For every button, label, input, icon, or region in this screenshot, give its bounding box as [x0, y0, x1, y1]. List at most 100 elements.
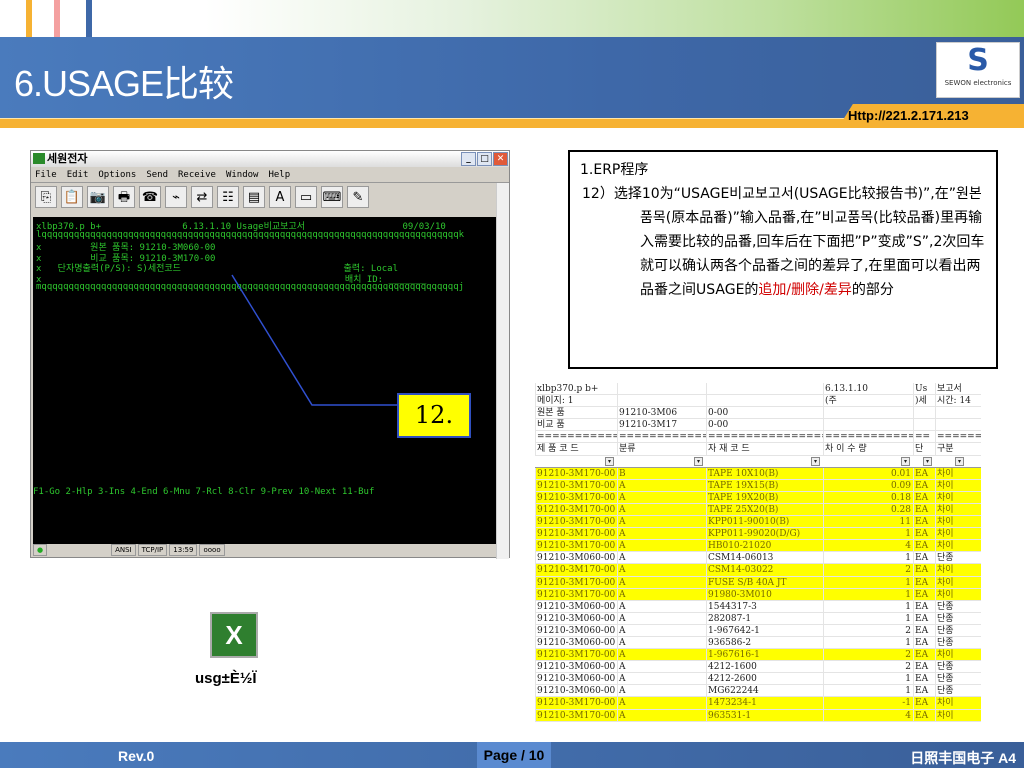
cell: 91210-3M170-00 — [535, 479, 616, 492]
cell: EA — [913, 673, 935, 686]
cell: 자 재 코 드 — [706, 443, 823, 456]
cell: EA — [913, 516, 935, 529]
cell: EA — [913, 479, 935, 492]
cell: EA — [913, 491, 935, 504]
cell: ======== — [935, 431, 981, 444]
cell: 단종 — [935, 673, 981, 686]
cell: A — [617, 576, 706, 589]
cell: 91210-3M170-00 — [535, 540, 616, 553]
cell: EA — [913, 576, 935, 589]
cell — [706, 383, 823, 395]
cell: 91210-3M060-00 — [535, 612, 616, 625]
cell: CSM14-03022 — [706, 564, 823, 577]
cell: 91210-3M170-00 — [535, 516, 616, 529]
instruction-box: 1.ERP程序 12）选择10为“USAGE비교보고서(USAGE比较报告书)”… — [568, 150, 998, 369]
company-name: 日照丰国电子 A4 — [910, 750, 1016, 766]
cell: A — [617, 516, 706, 529]
table-row: 91210-3M170-00 A 1-967616-1 2 EA 차이 — [535, 649, 981, 662]
cell: A — [617, 624, 706, 637]
cell — [823, 407, 913, 420]
cell: EA — [913, 528, 935, 541]
note-body: 12）选择10为“USAGE비교보고서(USAGE比较报告书)”,在”원본품목(… — [580, 182, 986, 302]
table-row: 91210-3M170-00 A TAPE 19X20(B) 0.18 EA 차이 — [535, 491, 981, 504]
cell: 비교 품 — [535, 419, 617, 432]
cell: 91210-3M170-00 — [535, 467, 616, 480]
cell: 0-00 — [706, 419, 823, 432]
cell: 1 — [823, 576, 913, 589]
cell: 차이 — [935, 649, 981, 662]
cell: 보고서 — [935, 383, 981, 395]
cell: A — [617, 503, 706, 516]
cell: 6.13.1.10 — [823, 383, 913, 395]
cell: 11 — [823, 516, 913, 529]
cell: -1 — [823, 697, 913, 710]
cell: A — [617, 600, 706, 613]
cell: 1 — [823, 636, 913, 649]
table-row: 91210-3M170-00 A TAPE 25X20(B) 0.28 EA 차이 — [535, 503, 981, 517]
cell: 2 — [823, 649, 913, 662]
cell — [935, 407, 981, 420]
cell: EA — [913, 636, 935, 649]
cell: 분류 — [617, 443, 706, 456]
cell: 차이 — [935, 528, 981, 541]
cell: 차이 — [935, 491, 981, 504]
cell: 2 — [823, 624, 913, 637]
excel-file-icon[interactable]: X — [210, 612, 258, 658]
cell: 차이 — [935, 516, 981, 529]
cell: A — [617, 588, 706, 601]
cell: 91210-3M170-00 — [535, 697, 616, 710]
cell: CSM14-06013 — [706, 552, 823, 565]
cell: 91210-3M060-00 — [535, 685, 616, 698]
cell: B — [617, 467, 706, 480]
cell: KPP011-90010(B) — [706, 516, 823, 529]
table-row: 91210-3M060-00 A MG622244 1 EA 단종 — [535, 685, 981, 698]
filter-dropdown-icon[interactable]: ▾ — [811, 456, 820, 466]
cell: 2 — [823, 564, 913, 577]
table-row: 91210-3M060-00 A 1-967642-1 2 EA 단종 — [535, 624, 981, 637]
cell: A — [617, 709, 706, 722]
table-row: 원본 품 91210-3M06 0-00 — [535, 407, 981, 420]
cell: 91210-3M06 — [617, 407, 706, 420]
cell: 1 — [823, 600, 913, 613]
cell: 차이 — [935, 479, 981, 492]
cell: 1 — [823, 528, 913, 541]
cell: 1473234-1 — [706, 697, 823, 710]
cell: A — [617, 552, 706, 565]
cell: 4212-2600 — [706, 673, 823, 686]
table-row: 91210-3M170-00 A KPP011-90010(B) 11 EA 차이 — [535, 516, 981, 529]
filter-dropdown-icon[interactable]: ▾ — [955, 456, 964, 466]
cell: 936586-2 — [706, 636, 823, 649]
table-row: 91210-3M170-00 A HB010-21020 4 EA 차이 — [535, 540, 981, 553]
filter-dropdown-icon[interactable]: ▾ — [694, 456, 703, 466]
cell: 282087-1 — [706, 612, 823, 625]
cell: EA — [913, 540, 935, 553]
cell: EA — [913, 564, 935, 577]
step-callout: 12. — [397, 393, 471, 438]
cell: 차 이 수 량 — [823, 443, 913, 456]
cell: 91210-3M170-00 — [535, 576, 616, 589]
footer: Rev.0 Page / 10 日照丰国电子 A4 — [0, 742, 1024, 768]
cell: 91210-3M170-00 — [535, 503, 616, 516]
table-row: 91210-3M060-00 A CSM14-06013 1 EA 단종 — [535, 552, 981, 565]
filter-dropdown-icon[interactable]: ▾ — [605, 456, 614, 466]
filter-dropdown-icon[interactable]: ▾ — [923, 456, 932, 466]
filter-dropdown-icon[interactable]: ▾ — [901, 456, 910, 466]
cell: 차이 — [935, 588, 981, 601]
cell — [617, 383, 706, 395]
cell: 91980-3M010 — [706, 588, 823, 601]
cell: xlbp370.p b+ — [535, 383, 617, 395]
cell: 1544317-3 — [706, 600, 823, 613]
cell: 1-967642-1 — [706, 624, 823, 637]
cell: 단종 — [935, 636, 981, 649]
cell: A — [617, 661, 706, 674]
cell: 4 — [823, 709, 913, 722]
cell: (주 — [823, 395, 913, 408]
table-row: 91210-3M170-00 A 91980-3M010 1 EA 차이 — [535, 588, 981, 601]
cell — [617, 395, 706, 408]
cell: 차이 — [935, 697, 981, 710]
cell: 1 — [823, 588, 913, 601]
cell: 2 — [823, 661, 913, 674]
revision: Rev.0 — [118, 748, 155, 764]
cell: A — [617, 649, 706, 662]
cell: 메이지: 1 — [535, 395, 617, 408]
